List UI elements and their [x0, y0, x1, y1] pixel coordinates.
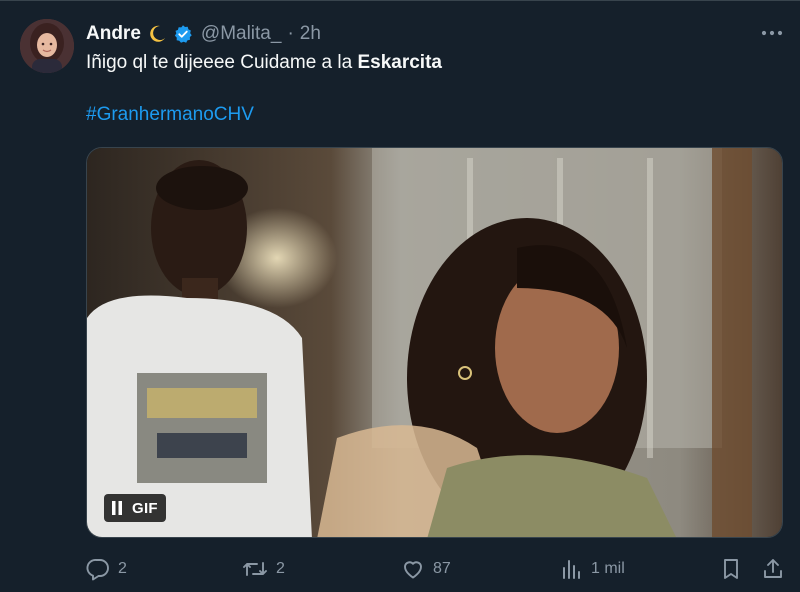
- action-bar: 2 2 87 1 mil: [86, 556, 791, 582]
- hashtag-link[interactable]: #GranhermanoCHV: [86, 104, 254, 126]
- avatar[interactable]: [20, 19, 74, 73]
- verified-badge-icon: [173, 24, 193, 44]
- views-icon: [561, 557, 583, 581]
- bookmark-icon: [720, 557, 742, 581]
- views-count: 1 mil: [591, 560, 625, 577]
- more-icon[interactable]: [757, 24, 787, 42]
- reply-count: 2: [118, 560, 127, 577]
- tweet-text-bold: Eskarcita: [357, 52, 442, 73]
- tweet-text-plain: Iñigo ql te dijeeee Cuidame a la: [86, 52, 358, 73]
- separator-dot: ·: [287, 23, 294, 44]
- like-count: 87: [433, 560, 451, 577]
- share-icon: [762, 557, 784, 581]
- gif-media[interactable]: [86, 147, 783, 538]
- like-button[interactable]: 87: [401, 556, 451, 582]
- author-handle[interactable]: @Malita_: [201, 23, 282, 45]
- tweet-header: Andre @Malita_ · 2h: [86, 21, 321, 47]
- tweet-text: Iñigo ql te dijeeee Cuidame a la Eskarci…: [86, 50, 776, 76]
- author-name[interactable]: Andre: [86, 23, 141, 45]
- top-divider: [0, 0, 800, 1]
- pause-icon[interactable]: [110, 500, 124, 516]
- bookmark-button[interactable]: [720, 556, 742, 582]
- views-button[interactable]: 1 mil: [561, 556, 625, 582]
- gif-badge[interactable]: GIF: [104, 494, 166, 522]
- timestamp[interactable]: 2h: [300, 23, 321, 45]
- reply-button[interactable]: 2: [86, 556, 127, 582]
- reply-icon: [86, 557, 110, 581]
- crescent-moon-icon: [147, 24, 167, 44]
- share-button[interactable]: [762, 556, 784, 582]
- gif-label: GIF: [132, 499, 158, 517]
- retweet-icon: [242, 557, 268, 581]
- retweet-button[interactable]: 2: [242, 556, 285, 582]
- retweet-count: 2: [276, 560, 285, 577]
- like-icon: [401, 557, 425, 581]
